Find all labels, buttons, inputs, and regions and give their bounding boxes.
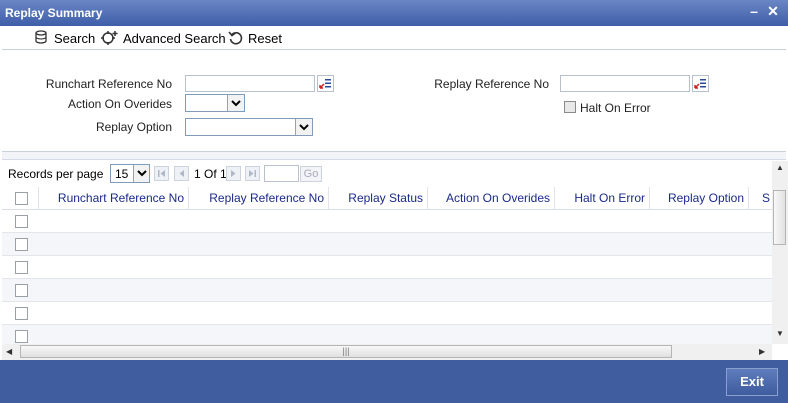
vertical-scroll-thumb[interactable] <box>773 190 786 245</box>
column-header-runchart-ref[interactable]: Runchart Reference No <box>40 191 184 205</box>
row-checkbox[interactable] <box>15 215 28 228</box>
column-header-action-on-overides[interactable]: Action On Overides <box>429 191 550 205</box>
next-page-button[interactable] <box>226 166 241 181</box>
runchart-ref-label: Runchart Reference No <box>45 77 172 91</box>
close-icon[interactable]: ✕ <box>765 3 781 19</box>
section-divider <box>2 152 786 160</box>
table-row[interactable] <box>2 233 772 256</box>
go-button[interactable]: Go <box>300 166 322 182</box>
table-row[interactable] <box>2 279 772 302</box>
last-page-button[interactable] <box>245 166 260 181</box>
halt-on-error-label: Halt On Error <box>580 101 651 115</box>
action-on-overides-select[interactable] <box>185 94 245 112</box>
reset-button[interactable]: Reset <box>228 28 282 48</box>
goto-page-input[interactable] <box>264 165 299 182</box>
previous-page-button[interactable] <box>174 166 189 181</box>
action-on-overides-label: Action On Overides <box>67 97 172 111</box>
column-divider <box>554 187 555 210</box>
replay-option-select[interactable] <box>185 118 313 136</box>
results-grid: Runchart Reference No Replay Reference N… <box>2 187 772 344</box>
search-button[interactable]: Search <box>34 28 95 48</box>
title-bar: Replay Summary – ✕ <box>0 0 788 26</box>
column-header-halt-on-error[interactable]: Halt On Error <box>556 191 645 205</box>
column-header-replay-ref[interactable]: Replay Reference No <box>190 191 324 205</box>
chevron-down-icon <box>133 165 149 182</box>
minimize-icon[interactable]: – <box>746 3 762 19</box>
scroll-up-icon[interactable]: ▲ <box>776 163 784 172</box>
window-title: Replay Summary <box>5 6 103 20</box>
records-per-page-label: Records per page <box>8 167 104 181</box>
scroll-left-icon[interactable]: ◀ <box>6 347 12 356</box>
first-page-button[interactable] <box>154 166 169 181</box>
search-form: Runchart Reference No Replay Reference N… <box>2 50 786 152</box>
reset-icon <box>228 31 243 45</box>
row-checkbox[interactable] <box>15 261 28 274</box>
table-row[interactable] <box>2 325 772 344</box>
runchart-ref-lov-button[interactable] <box>317 75 334 92</box>
database-search-icon <box>35 30 47 44</box>
previous-page-icon <box>179 170 184 177</box>
table-row[interactable] <box>2 302 772 325</box>
column-divider <box>427 187 428 210</box>
list-of-values-icon <box>319 79 331 89</box>
runchart-ref-input[interactable] <box>185 75 315 92</box>
reset-label: Reset <box>248 30 282 46</box>
column-divider <box>748 187 749 210</box>
advanced-search-label: Advanced Search <box>123 30 226 46</box>
row-checkbox[interactable] <box>15 284 28 297</box>
advanced-search-icon <box>101 31 118 45</box>
footer-bar: Exit <box>0 360 788 403</box>
column-header-replay-option[interactable]: Replay Option <box>651 191 744 205</box>
row-checkbox[interactable] <box>15 238 28 251</box>
advanced-search-button[interactable]: Advanced Search <box>101 28 226 48</box>
page-info: 1 Of 1 <box>194 167 227 181</box>
replay-ref-lov-button[interactable] <box>692 75 709 92</box>
chevron-down-icon <box>295 119 312 135</box>
column-divider <box>38 187 39 210</box>
halt-on-error-checkbox[interactable] <box>564 101 576 113</box>
table-row[interactable] <box>2 256 772 279</box>
column-divider <box>649 187 650 210</box>
table-row[interactable] <box>2 210 772 233</box>
first-page-icon <box>158 170 165 177</box>
records-per-page-value: 15 <box>115 167 129 181</box>
column-header-truncated[interactable]: S <box>762 191 772 205</box>
column-divider <box>328 187 329 210</box>
select-all-checkbox[interactable] <box>15 192 28 205</box>
row-checkbox[interactable] <box>15 307 28 320</box>
replay-ref-input[interactable] <box>560 75 690 92</box>
exit-button[interactable]: Exit <box>726 368 778 396</box>
pagination-bar: Records per page 15 1 Of 1 Go <box>2 161 772 187</box>
next-page-icon <box>231 170 236 177</box>
list-of-values-icon <box>694 79 706 89</box>
toolbar: Search Advanced Search Reset <box>2 26 786 50</box>
scroll-down-icon[interactable]: ▼ <box>776 329 784 338</box>
column-header-replay-status[interactable]: Replay Status <box>330 191 423 205</box>
horizontal-scroll-thumb[interactable]: ||| <box>20 345 672 358</box>
replay-ref-label: Replay Reference No <box>434 77 549 91</box>
records-per-page-select[interactable]: 15 <box>110 164 150 183</box>
row-checkbox[interactable] <box>15 330 28 343</box>
last-page-icon <box>249 170 256 177</box>
chevron-down-icon <box>227 95 244 111</box>
grid-header: Runchart Reference No Replay Reference N… <box>2 187 772 210</box>
search-label: Search <box>54 30 96 46</box>
scroll-right-icon[interactable]: ▶ <box>759 347 765 356</box>
replay-option-label: Replay Option <box>95 120 172 134</box>
horizontal-scrollbar[interactable]: ◀ ||| ▶ <box>2 344 772 360</box>
column-divider <box>188 187 189 210</box>
vertical-scrollbar[interactable]: ▲ ▼ <box>772 161 788 344</box>
